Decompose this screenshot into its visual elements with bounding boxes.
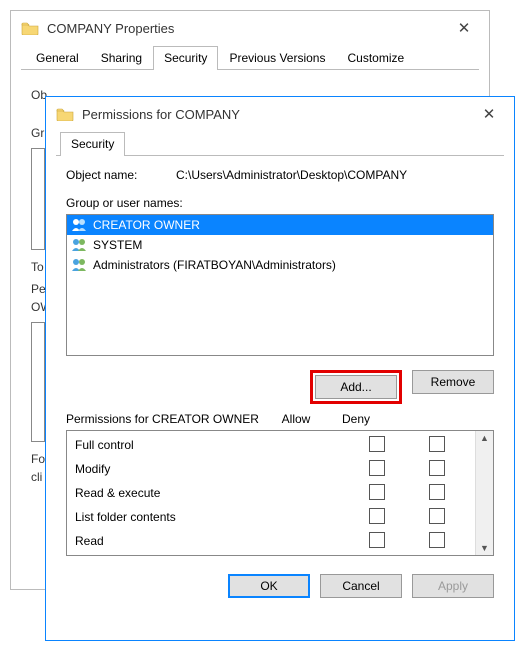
- tab-customize[interactable]: Customize: [336, 46, 415, 70]
- perm-row: Modify: [67, 457, 475, 481]
- deny-header: Deny: [326, 412, 386, 426]
- tab-previous-versions[interactable]: Previous Versions: [218, 46, 336, 70]
- dialog-buttons: OK Cancel Apply: [46, 556, 514, 598]
- checkbox-allow[interactable]: [369, 460, 385, 476]
- list-item[interactable]: CREATOR OWNER: [67, 215, 493, 235]
- tab-security[interactable]: Security: [153, 46, 218, 70]
- checkbox-allow[interactable]: [369, 508, 385, 524]
- list-item[interactable]: Administrators (FIRATBOYAN\Administrator…: [67, 255, 493, 275]
- highlight-add: Add...: [310, 370, 402, 404]
- close-icon[interactable]: ✕: [449, 19, 479, 37]
- checkbox-deny[interactable]: [429, 532, 445, 548]
- scrollbar[interactable]: ▲ ▼: [475, 431, 493, 555]
- permissions-rows: Full control Modify Read & execute List …: [67, 431, 475, 555]
- perm-row: Read: [67, 529, 475, 553]
- window-title-front: Permissions for COMPANY: [82, 107, 474, 122]
- users-icon: [71, 257, 87, 273]
- back-permbox-edge: [31, 322, 45, 442]
- permissions-box: Full control Modify Read & execute List …: [66, 430, 494, 556]
- list-item[interactable]: SYSTEM: [67, 235, 493, 255]
- perm-row: Read & execute: [67, 481, 475, 505]
- back-listbox-edge: [31, 148, 45, 250]
- perm-row: Full control: [67, 433, 475, 457]
- checkbox-deny[interactable]: [429, 484, 445, 500]
- checkbox-deny[interactable]: [429, 508, 445, 524]
- user-list[interactable]: CREATOR OWNER SYSTEM Administrators (FIR…: [66, 214, 494, 356]
- tab-security-front[interactable]: Security: [60, 132, 125, 156]
- titlebar-front: Permissions for COMPANY ✕: [46, 97, 514, 131]
- list-item-label: CREATOR OWNER: [93, 218, 200, 232]
- users-icon: [71, 237, 87, 253]
- titlebar-back: COMPANY Properties ✕: [11, 11, 489, 45]
- perm-name: List folder contents: [75, 510, 347, 524]
- apply-button[interactable]: Apply: [412, 574, 494, 598]
- folder-icon: [56, 107, 74, 121]
- object-name-label: Object name:: [66, 168, 176, 182]
- perm-name: Full control: [75, 438, 347, 452]
- front-body: Object name: C:\Users\Administrator\Desk…: [46, 156, 514, 556]
- perm-row: List folder contents: [67, 505, 475, 529]
- checkbox-allow[interactable]: [369, 436, 385, 452]
- users-icon: [71, 217, 87, 233]
- checkbox-allow[interactable]: [369, 484, 385, 500]
- permissions-window: Permissions for COMPANY ✕ Security Objec…: [45, 96, 515, 641]
- object-name-value: C:\Users\Administrator\Desktop\COMPANY: [176, 168, 407, 182]
- tab-general[interactable]: General: [25, 46, 90, 70]
- tab-sharing[interactable]: Sharing: [90, 46, 153, 70]
- cancel-button[interactable]: Cancel: [320, 574, 402, 598]
- close-icon[interactable]: ✕: [474, 105, 504, 123]
- remove-button[interactable]: Remove: [412, 370, 494, 394]
- perm-name: Read & execute: [75, 486, 347, 500]
- folder-icon: [21, 21, 39, 35]
- add-remove-row: Add... Remove: [66, 370, 494, 404]
- chevron-up-icon[interactable]: ▲: [480, 433, 489, 443]
- object-name-row: Object name: C:\Users\Administrator\Desk…: [66, 168, 494, 182]
- permissions-for-label: Permissions for CREATOR OWNER: [66, 412, 266, 426]
- perm-name: Modify: [75, 462, 347, 476]
- list-item-label: Administrators (FIRATBOYAN\Administrator…: [93, 258, 336, 272]
- allow-header: Allow: [266, 412, 326, 426]
- group-user-label: Group or user names:: [66, 196, 494, 210]
- window-title-back: COMPANY Properties: [47, 21, 449, 36]
- checkbox-deny[interactable]: [429, 460, 445, 476]
- checkbox-allow[interactable]: [369, 532, 385, 548]
- tabs-front: Security: [56, 131, 504, 156]
- chevron-down-icon[interactable]: ▼: [480, 543, 489, 553]
- list-item-label: SYSTEM: [93, 238, 142, 252]
- add-button[interactable]: Add...: [315, 375, 397, 399]
- permissions-header: Permissions for CREATOR OWNER Allow Deny: [66, 412, 494, 426]
- tabs-back: General Sharing Security Previous Versio…: [21, 45, 479, 70]
- checkbox-deny[interactable]: [429, 436, 445, 452]
- ok-button[interactable]: OK: [228, 574, 310, 598]
- perm-name: Read: [75, 534, 347, 548]
